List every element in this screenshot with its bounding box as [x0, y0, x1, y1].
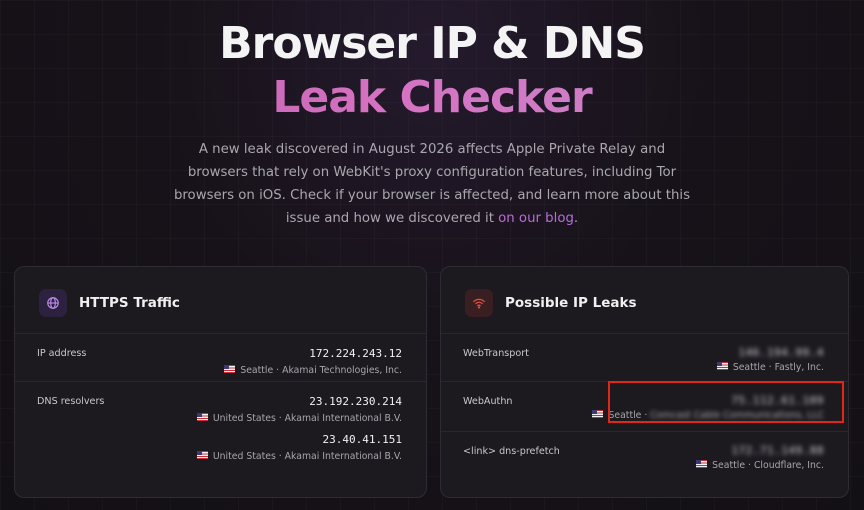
org: Fastly, Inc.: [774, 362, 824, 373]
location-org: Seattle · Akamai Technologies, Inc.: [240, 365, 402, 376]
us-flag-icon: [696, 460, 708, 468]
card-title: HTTPS Traffic: [79, 295, 180, 311]
card-header: Possible IP Leaks: [465, 289, 637, 317]
row-values: 75.112.61.109 Seattle · Comcast Cable Co…: [592, 394, 824, 429]
location-org: United States · Akamai International B.V…: [212, 451, 402, 462]
webauthn-row: WebAuthn 75.112.61.109 Seattle · Comcast…: [441, 381, 848, 432]
row-label: WebTransport: [463, 348, 529, 359]
dns-prefetch-row: <link> dns-prefetch 172.71.149.88 Seattl…: [441, 431, 848, 482]
ip-meta: Seattle · Comcast Cable Communications, …: [592, 409, 824, 423]
wifi-icon: [465, 289, 493, 317]
us-flag-icon: [224, 365, 236, 373]
ip-value: 23.40.41.151: [322, 433, 402, 446]
row-values: 172.224.243.12 Seattle · Akamai Technolo…: [224, 346, 402, 384]
redacted-org: Comcast Cable Communications, LLC: [650, 410, 824, 421]
redacted-ip-value: 75.112.61.109: [731, 394, 824, 407]
row-label: IP address: [37, 348, 87, 359]
page-title: Browser IP & DNS Leak Checker: [0, 17, 864, 125]
redacted-ip-value: 172.71.149.88: [731, 444, 824, 457]
title-line-1: Browser IP & DNS: [219, 18, 646, 69]
ip-meta: Seattle · Cloudflare, Inc.: [696, 459, 824, 473]
ip-leaks-card: Possible IP Leaks WebTransport 146.194.9…: [440, 266, 849, 498]
city: Seattle: [608, 410, 642, 421]
ip-value: 23.192.230.214: [309, 395, 402, 408]
location-org: United States · Akamai International B.V…: [212, 413, 402, 424]
ip-address-row: IP address 172.224.243.12 Seattle · Akam…: [15, 333, 426, 382]
us-flag-icon: [196, 413, 208, 421]
webtransport-row: WebTransport 146.194.99.4 Seattle · Fast…: [441, 333, 848, 382]
ip-value: 172.224.243.12: [309, 347, 402, 360]
hero-description: A new leak discovered in August 2026 aff…: [170, 138, 694, 230]
globe-icon: [39, 289, 67, 317]
description-text: A new leak discovered in August 2026 aff…: [173, 142, 691, 226]
ip-meta: Seattle · Akamai Technologies, Inc.: [224, 364, 402, 378]
row-label: WebAuthn: [463, 396, 513, 407]
row-values: 146.194.99.4 Seattle · Fastly, Inc.: [716, 346, 824, 381]
row-label: DNS resolvers: [37, 396, 105, 407]
title-line-2: Leak Checker: [0, 71, 864, 125]
city: Seattle: [732, 362, 766, 373]
description-trailing: .: [573, 211, 579, 226]
dns-resolvers-row: DNS resolvers 23.192.230.214 United Stat…: [15, 381, 426, 482]
row-values: 23.192.230.214 United States · Akamai In…: [196, 394, 402, 470]
us-flag-icon: [592, 410, 604, 418]
us-flag-icon: [196, 451, 208, 459]
ip-meta: United States · Akamai International B.V…: [196, 412, 402, 426]
card-header: HTTPS Traffic: [39, 289, 180, 317]
ip-meta: Seattle · Fastly, Inc.: [716, 361, 824, 375]
org: Cloudflare, Inc.: [753, 460, 824, 471]
redacted-ip-value: 146.194.99.4: [738, 346, 824, 359]
row-values: 172.71.149.88 Seattle · Cloudflare, Inc.: [696, 444, 824, 479]
card-title: Possible IP Leaks: [505, 295, 637, 311]
blog-link[interactable]: on our blog: [498, 211, 574, 226]
ip-meta: United States · Akamai International B.V…: [196, 450, 402, 464]
row-label: <link> dns-prefetch: [463, 446, 560, 457]
https-traffic-card: HTTPS Traffic IP address 172.224.243.12 …: [14, 266, 427, 498]
city: Seattle: [712, 460, 746, 471]
us-flag-icon: [716, 362, 728, 370]
